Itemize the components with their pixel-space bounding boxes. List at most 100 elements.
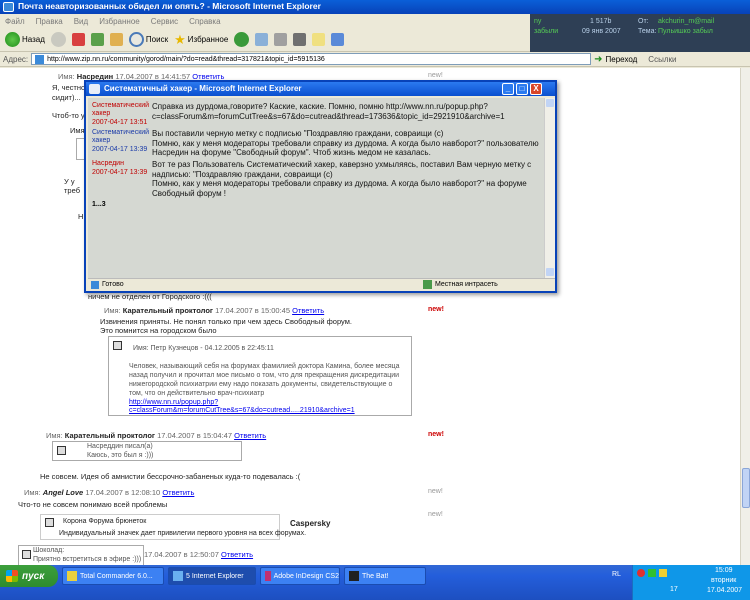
indesign-icon bbox=[265, 571, 271, 581]
scrollbar-thumb[interactable] bbox=[742, 468, 750, 508]
favorites-button[interactable]: ★ Избранное bbox=[174, 32, 228, 48]
reply-link[interactable]: Ответить bbox=[292, 306, 324, 315]
page-icon bbox=[35, 54, 45, 64]
scroll-down-icon[interactable] bbox=[546, 268, 554, 276]
avatar-icon bbox=[113, 341, 122, 350]
back-button[interactable]: Назад bbox=[5, 32, 45, 47]
search-button[interactable]: Поиск bbox=[128, 32, 168, 47]
crown-icon bbox=[45, 518, 54, 527]
tray-icon[interactable] bbox=[648, 569, 656, 577]
clock-time[interactable]: 15:09 bbox=[715, 567, 733, 574]
window-title: Почта неавторизованных обидел ли опять? … bbox=[18, 1, 321, 11]
bat-icon bbox=[349, 571, 359, 581]
tray-icon[interactable] bbox=[659, 569, 667, 577]
history-icon[interactable] bbox=[234, 32, 250, 47]
window-title-bar[interactable]: Почта неавторизованных обидел ли опять? … bbox=[0, 0, 750, 14]
new-badge: new! bbox=[428, 431, 444, 438]
reply-link[interactable]: Ответить bbox=[221, 550, 253, 559]
windows-logo-icon bbox=[6, 570, 18, 582]
menu-bar: Файл Правка Вид Избранное Сервис Справка bbox=[0, 14, 530, 28]
message-date: 2007-04-17 13:39 bbox=[92, 146, 148, 153]
quote-block: Насреддин писал(а) Каюсь, это был я :))) bbox=[52, 441, 242, 461]
popup-body: Систематический хакер 2007-04-17 13:51 С… bbox=[88, 98, 544, 278]
address-label: Адрес: bbox=[3, 54, 29, 64]
mail-icon[interactable] bbox=[255, 33, 269, 46]
message-date: 2007-04-17 13:39 bbox=[92, 169, 148, 176]
tray-counter[interactable]: 17 bbox=[670, 586, 678, 593]
popup-status-bar: Готово Местная интрасеть bbox=[88, 278, 555, 290]
message-author[interactable]: Систематический bbox=[92, 102, 149, 110]
menu-file[interactable]: Файл bbox=[5, 17, 25, 26]
post-author: Карательный проктолог bbox=[64, 431, 156, 440]
intranet-icon bbox=[423, 280, 432, 289]
minimize-button[interactable]: _ bbox=[502, 83, 514, 95]
address-input[interactable]: http://www.zip.nn.ru/community/gorod/mai… bbox=[31, 53, 592, 65]
ie-logo-icon bbox=[89, 84, 100, 94]
message-author[interactable]: Насредин bbox=[92, 160, 124, 168]
badge-block: Корона Форума брюнеток Индивидуальный зн… bbox=[40, 514, 306, 540]
post-header: Имя: Карательный проктолог 17.04.2007 в … bbox=[104, 306, 325, 315]
go-button[interactable]: Переход bbox=[606, 55, 638, 64]
reply-link[interactable]: Ответить bbox=[234, 431, 266, 440]
message-author[interactable]: Систематический bbox=[92, 129, 149, 137]
star-icon: ★ bbox=[174, 31, 186, 47]
scroll-up-icon[interactable] bbox=[546, 99, 554, 107]
page-icon bbox=[91, 280, 99, 289]
ie-logo-icon bbox=[3, 2, 14, 12]
mail-notifier-panel[interactable]: nу 1 517b От: akchurin_m@mail забыли 09 … bbox=[530, 14, 750, 52]
page-scrollbar[interactable] bbox=[740, 68, 750, 565]
toolbar: Назад Поиск ★ Избранное bbox=[0, 28, 530, 52]
task-total-commander[interactable]: Total Commander 6.0... bbox=[62, 567, 164, 585]
taskbar: пуск Total Commander 6.0... 5 Internet E… bbox=[0, 565, 750, 600]
post-author: Карательный проктолог bbox=[122, 306, 214, 315]
menu-favorites[interactable]: Избранное bbox=[99, 17, 140, 26]
go-arrow-icon[interactable]: ➜ bbox=[594, 54, 602, 65]
task-the-bat[interactable]: The Bat! bbox=[344, 567, 426, 585]
post-author: Angel Love bbox=[42, 488, 84, 497]
back-arrow-icon bbox=[5, 32, 20, 47]
maximize-button[interactable]: □ bbox=[516, 83, 528, 95]
menu-view[interactable]: Вид bbox=[74, 17, 88, 26]
post-header: Имя: Angel Love 17.04.2007 в 12:08:10 От… bbox=[24, 488, 195, 497]
quote-link[interactable]: c=classForum&m=forumCutTree&s=67&do=cutr… bbox=[129, 407, 355, 414]
start-button[interactable]: пуск bbox=[0, 565, 58, 587]
forward-arrow-icon[interactable] bbox=[50, 32, 66, 47]
popup-scrollbar[interactable] bbox=[544, 98, 555, 278]
post-header: Имя: Карательный проктолог 17.04.2007 в … bbox=[46, 431, 267, 440]
menu-edit[interactable]: Правка bbox=[36, 17, 63, 26]
print-icon[interactable] bbox=[274, 33, 288, 46]
clock-date: 17.04.2007 bbox=[707, 587, 743, 594]
total-commander-icon bbox=[67, 571, 77, 581]
home-icon[interactable] bbox=[109, 33, 123, 46]
quote-link[interactable]: http://www.nn.ru/popup.php? bbox=[129, 399, 218, 406]
system-tray: 17 15:09 вторник 17.04.2007 bbox=[632, 565, 750, 600]
ie-logo-icon bbox=[173, 571, 183, 581]
user-status-block: Шоколад: Приятно встретиться в эфире :))… bbox=[18, 545, 144, 565]
reply-link[interactable]: Ответить bbox=[162, 488, 194, 497]
avatar-icon bbox=[57, 446, 66, 455]
clock-day: вторник bbox=[711, 577, 737, 584]
address-bar: Адрес: http://www.zip.nn.ru/community/go… bbox=[0, 52, 750, 67]
search-icon bbox=[128, 32, 144, 47]
close-button[interactable]: X bbox=[530, 83, 542, 95]
task-indesign[interactable]: Adobe InDesign CS2 bbox=[260, 567, 340, 585]
folder-icon[interactable] bbox=[312, 33, 326, 46]
links-label[interactable]: Ссылки bbox=[648, 55, 676, 64]
avatar-icon bbox=[22, 550, 31, 559]
edit-icon[interactable] bbox=[293, 33, 307, 46]
menu-help[interactable]: Справка bbox=[189, 17, 220, 26]
post-header: 17.04.2007 в 12:50:07 Ответить bbox=[144, 550, 254, 559]
refresh-icon[interactable] bbox=[90, 33, 104, 46]
task-internet-explorer[interactable]: 5 Internet Explorer bbox=[168, 567, 256, 585]
popup-title-bar[interactable]: Систематичный хакер - Microsoft Internet… bbox=[86, 82, 555, 96]
tray-icon[interactable] bbox=[637, 569, 645, 577]
new-badge: new! bbox=[428, 306, 444, 313]
pagination[interactable]: 1...3 bbox=[92, 201, 106, 209]
message-date: 2007-04-17 13:51 bbox=[92, 119, 148, 126]
popup-window: Систематичный хакер - Microsoft Internet… bbox=[84, 80, 557, 293]
quote-block: Имя: Петр Кузнецов - 04.12.2005 в 22:45:… bbox=[108, 336, 412, 416]
menu-tools[interactable]: Сервис bbox=[151, 17, 178, 26]
stop-icon[interactable] bbox=[71, 33, 85, 46]
language-indicator[interactable]: RL bbox=[612, 571, 621, 578]
messenger-icon[interactable] bbox=[331, 33, 345, 46]
